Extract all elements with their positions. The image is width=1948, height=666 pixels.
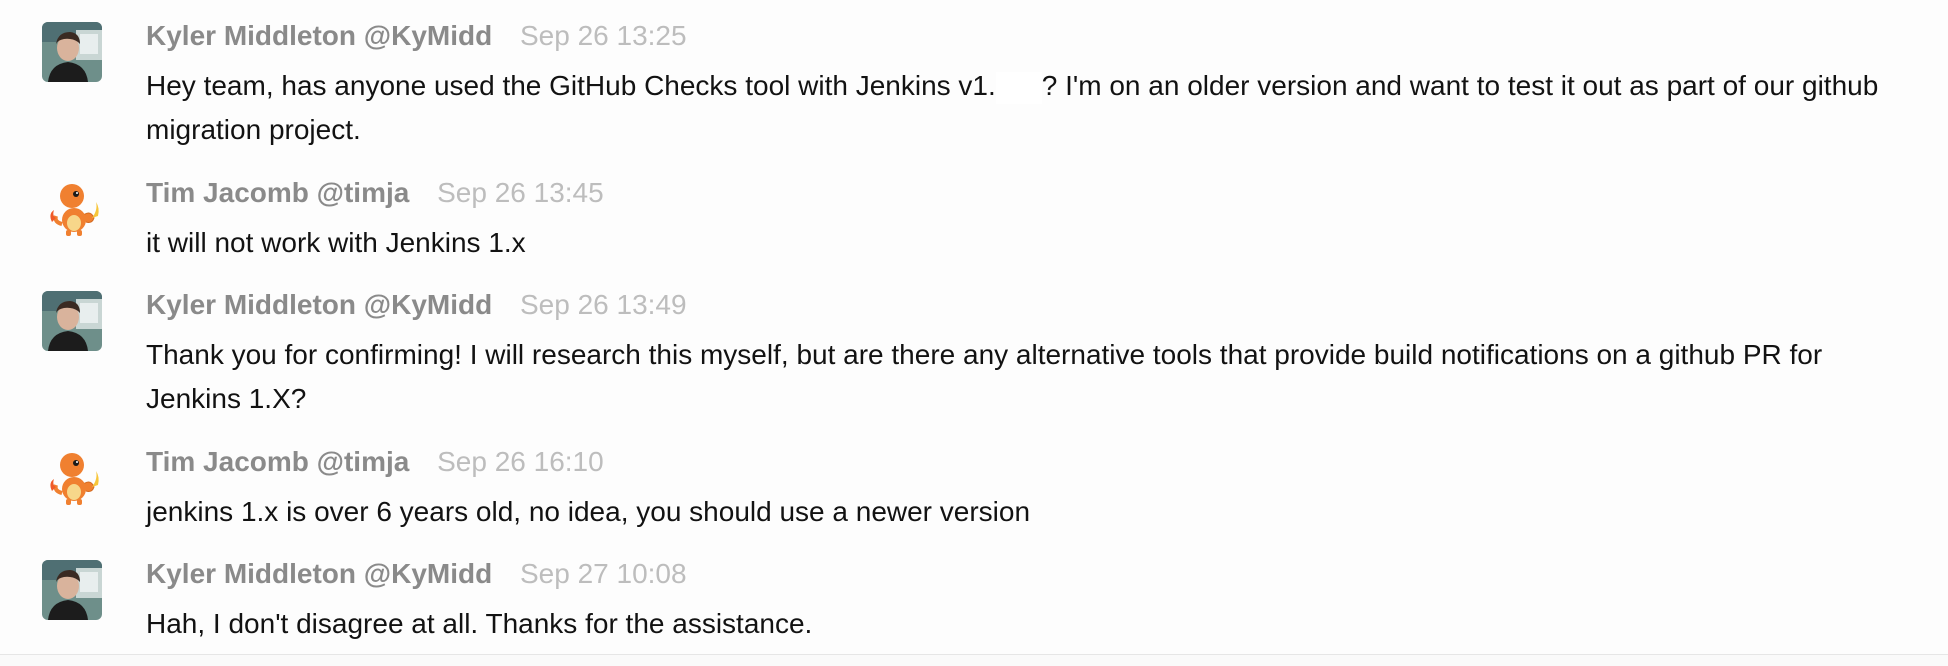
author-handle[interactable]: @timja (317, 446, 410, 477)
chat-message: Kyler Middleton @KyMidd Sep 26 13:25 Hey… (0, 18, 1948, 146)
kyler-avatar-icon[interactable] (42, 560, 102, 620)
chat-message: Tim Jacomb @timja Sep 26 13:45 it will n… (0, 175, 1948, 259)
message-text-part: Hey team, has anyone used the GitHub Che… (146, 70, 996, 101)
message-timestamp[interactable]: Sep 26 13:45 (437, 177, 604, 208)
author-handle[interactable]: @timja (317, 177, 410, 208)
kyler-avatar-icon[interactable] (42, 291, 102, 351)
feed-bottom-strip (0, 655, 1948, 666)
author-handle[interactable]: @KyMidd (364, 289, 492, 320)
author-name[interactable]: Tim Jacomb (146, 446, 309, 477)
tim-avatar-icon[interactable] (42, 178, 102, 238)
message-timestamp[interactable]: Sep 27 10:08 (520, 558, 687, 589)
message-timestamp[interactable]: Sep 26 13:25 (520, 20, 687, 51)
message-timestamp[interactable]: Sep 26 16:10 (437, 446, 604, 477)
chat-message-feed: Kyler Middleton @KyMidd Sep 26 13:25 Hey… (0, 0, 1948, 655)
message-text: Hah, I don't disagree at all. Thanks for… (146, 608, 813, 639)
chat-message: Kyler Middleton @KyMidd Sep 26 13:49 Tha… (0, 287, 1948, 415)
author-name[interactable]: Kyler Middleton (146, 20, 356, 51)
author-handle[interactable]: @KyMidd (364, 20, 492, 51)
chat-message: Kyler Middleton @KyMidd Sep 27 10:08 Hah… (0, 556, 1948, 640)
message-header: Kyler Middleton @KyMidd Sep 26 13:25 (146, 18, 687, 54)
author-handle[interactable]: @KyMidd (364, 558, 492, 589)
message-text: Hey team, has anyone used the GitHub Che… (146, 64, 1886, 152)
message-header: Kyler Middleton @KyMidd Sep 26 13:49 (146, 287, 687, 323)
tim-avatar-icon[interactable] (42, 447, 102, 507)
message-header: Kyler Middleton @KyMidd Sep 27 10:08 (146, 556, 687, 592)
message-header: Tim Jacomb @timja Sep 26 13:45 (146, 175, 604, 211)
author-name[interactable]: Tim Jacomb (146, 177, 309, 208)
message-timestamp[interactable]: Sep 26 13:49 (520, 289, 687, 320)
message-text: it will not work with Jenkins 1.x (146, 227, 526, 258)
message-header: Tim Jacomb @timja Sep 26 16:10 (146, 444, 604, 480)
redacted-version (995, 71, 1042, 104)
kyler-avatar-icon[interactable] (42, 22, 102, 82)
author-name[interactable]: Kyler Middleton (146, 558, 356, 589)
author-name[interactable]: Kyler Middleton (146, 289, 356, 320)
chat-message: Tim Jacomb @timja Sep 26 16:10 jenkins 1… (0, 444, 1948, 528)
message-text: jenkins 1.x is over 6 years old, no idea… (146, 496, 1031, 527)
message-text: Thank you for confirming! I will researc… (146, 339, 1823, 414)
